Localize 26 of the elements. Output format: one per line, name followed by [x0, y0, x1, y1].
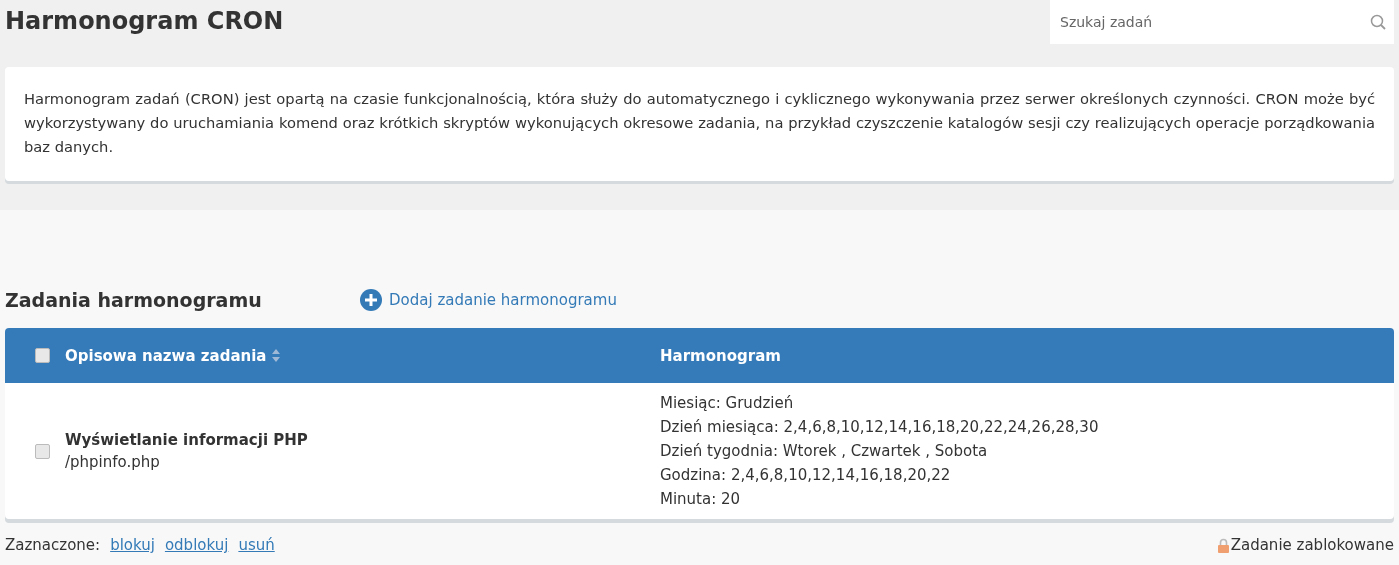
- schedule-line: Dzień tygodnia: Wtorek , Czwartek , Sobota: [660, 441, 989, 462]
- schedule-line: Dzień miesiąca: 2,4,6,8,10,12,14,16,18,20,22,24,26,28,30: [660, 417, 1100, 438]
- search-icon: [1370, 14, 1386, 30]
- add-task-link[interactable]: Dodaj zadanie harmonogramu: [360, 289, 617, 311]
- schedule-line: Minuta: 20: [660, 489, 742, 510]
- task-path: /phpinfo.php: [65, 453, 160, 471]
- row-checkbox[interactable]: [34, 443, 50, 459]
- lock-icon: [1217, 537, 1229, 553]
- search-field[interactable]: Szukaj zadań: [1050, 0, 1394, 44]
- search-input[interactable]: Szukaj zadań: [1058, 13, 1370, 31]
- section-title: Zadania harmonogramu: [5, 289, 263, 311]
- plus-icon: [360, 289, 382, 311]
- column-header[interactable]: Opisowa nazwa zadania: [65, 346, 660, 365]
- select-all-checkbox[interactable]: [34, 348, 50, 363]
- intro-text: Harmonogram zadań (CRON) jest opartą na czasie funkcjonalnością, która służy do automatycznego i cyklicznego wykonywania przez serwer określonych czynności. CRON może być wykorzystywany do uruchamiania komend oraz krótkich skryptów wykonujących okresowe zadania, na przykład czyszczenie katalogów sesji czy realizujących operacje porządkowania baz danych.: [24, 89, 1375, 157]
- page-title: Harmonogram CRON: [5, 7, 284, 35]
- column-header[interactable]: Harmonogram: [660, 346, 1394, 365]
- locked-legend: Zadanie zablokowane: [1230, 536, 1394, 554]
- bulk-action-link[interactable]: usuń: [238, 536, 275, 554]
- selected-label: Zaznaczone:: [5, 536, 101, 554]
- schedule-line: Miesiąc: Grudzień: [660, 393, 795, 414]
- bulk-action-link[interactable]: blokuj: [110, 536, 155, 554]
- sort-icon[interactable]: [272, 349, 281, 362]
- bulk-action-link[interactable]: odblokuj: [164, 536, 229, 554]
- task-name: Wyświetlanie informacji PHP: [65, 431, 308, 449]
- schedule-line: Godzina: 2,4,6,8,10,12,14,16,18,20,22: [660, 465, 952, 486]
